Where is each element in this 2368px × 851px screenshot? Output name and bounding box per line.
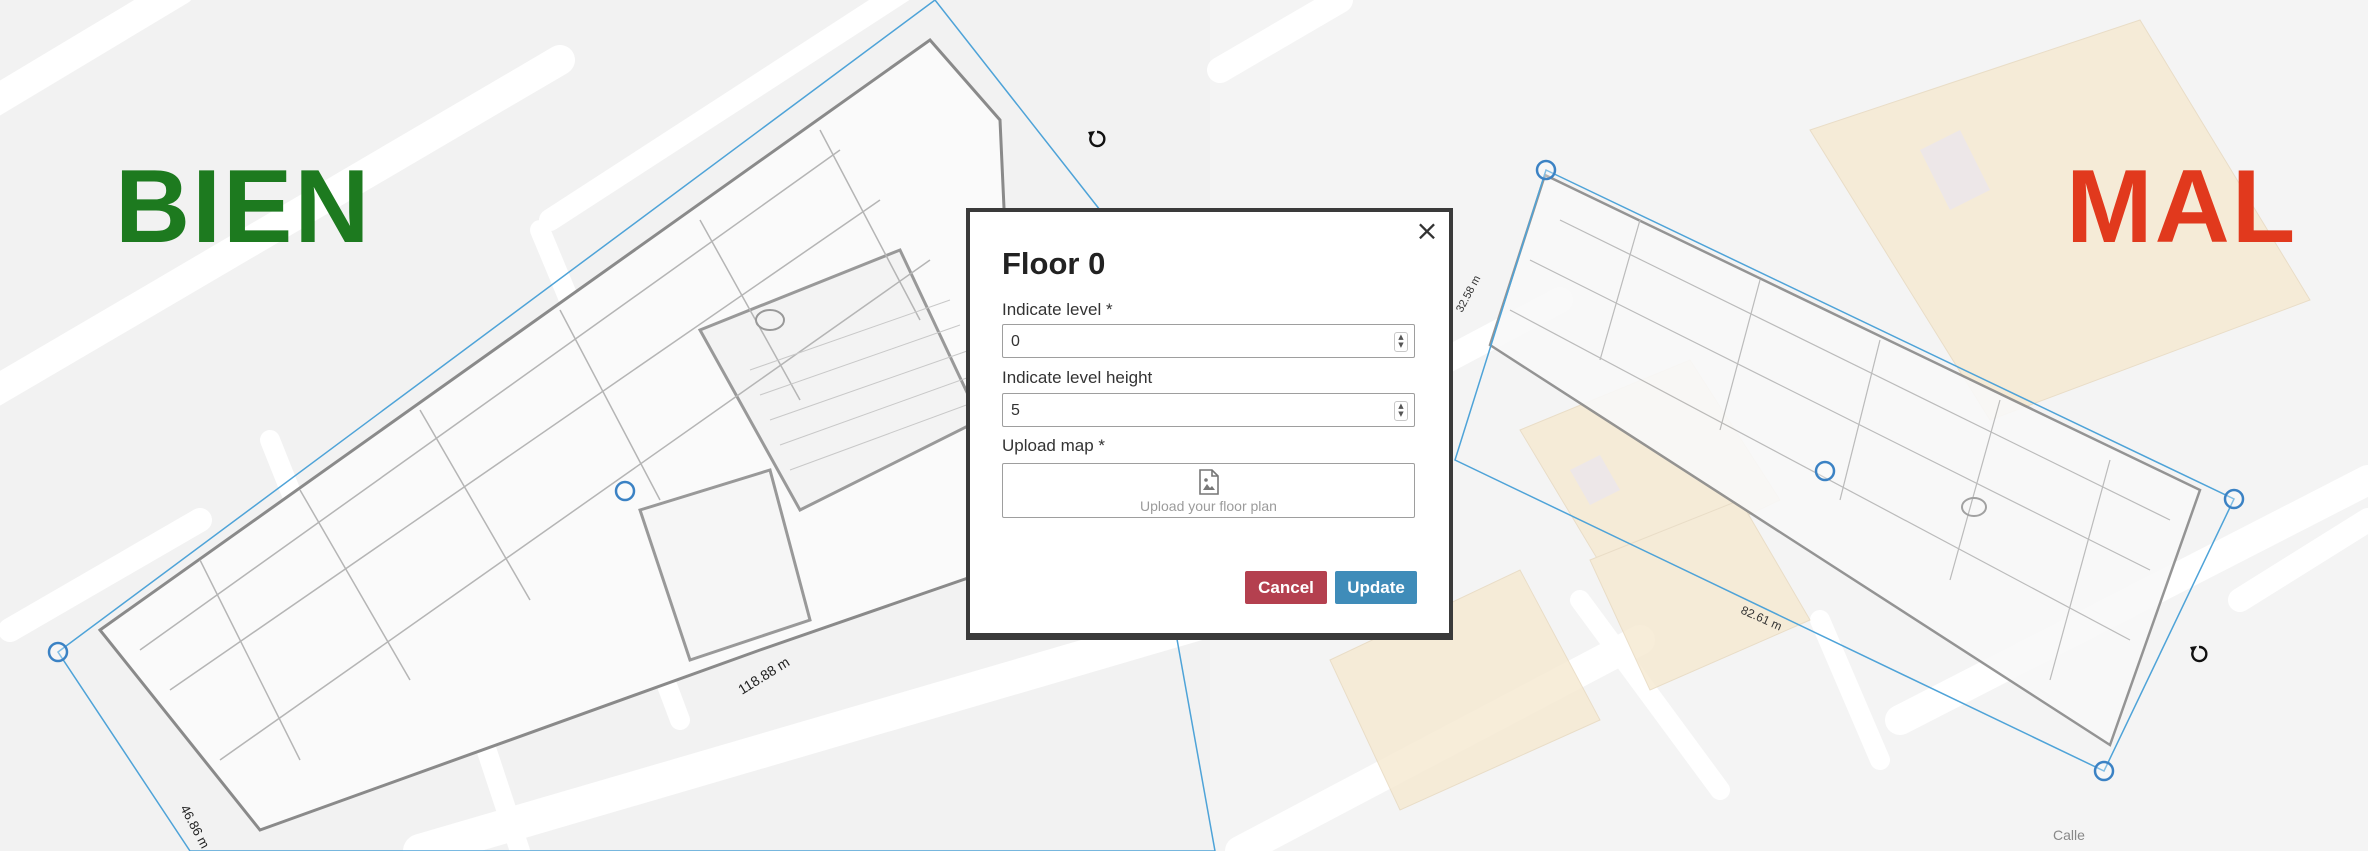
level-height-label: Indicate level height <box>1002 368 1153 387</box>
level-spinner-icon[interactable]: ▲ ▼ <box>1394 332 1408 352</box>
upload-dropzone[interactable]: Upload your floor plan <box>1002 463 1415 518</box>
street-label: Calle <box>2053 827 2085 843</box>
upload-map-label: Upload map * <box>1002 436 1106 455</box>
level-input[interactable]: 0 ▲ ▼ <box>1002 324 1415 358</box>
right-top-handle[interactable] <box>1535 159 1557 181</box>
cancel-button[interactable]: Cancel <box>1245 571 1327 604</box>
level-height-input[interactable]: 5 ▲ ▼ <box>1002 393 1415 427</box>
level-value: 0 <box>1011 333 1020 350</box>
floor-dialog: × Floor 0 Indicate level * 0 ▲ ▼ Indicate… <box>970 212 1449 633</box>
right-bottom-handle[interactable] <box>2093 760 2115 782</box>
left-corner-handle[interactable] <box>47 641 69 663</box>
right-corner-handle[interactable] <box>2223 488 2245 510</box>
left-center-handle[interactable] <box>614 480 636 502</box>
good-example-label: BIEN <box>115 149 372 265</box>
upload-hint: Upload your floor plan <box>1140 498 1277 514</box>
close-icon[interactable]: × <box>1415 217 1439 245</box>
image-file-icon <box>1199 469 1219 495</box>
update-button[interactable]: Update <box>1335 571 1417 604</box>
bad-example-label: MAL <box>2066 149 2298 265</box>
level-height-value: 5 <box>1011 402 1020 419</box>
level-height-spinner-icon[interactable]: ▲ ▼ <box>1394 401 1408 421</box>
right-center-handle[interactable] <box>1814 460 1836 482</box>
floor-dialog-frame: × Floor 0 Indicate level * 0 ▲ ▼ Indicate… <box>966 208 1453 640</box>
level-label: Indicate level * <box>1002 300 1113 319</box>
dialog-title: Floor 0 <box>1002 246 1106 281</box>
